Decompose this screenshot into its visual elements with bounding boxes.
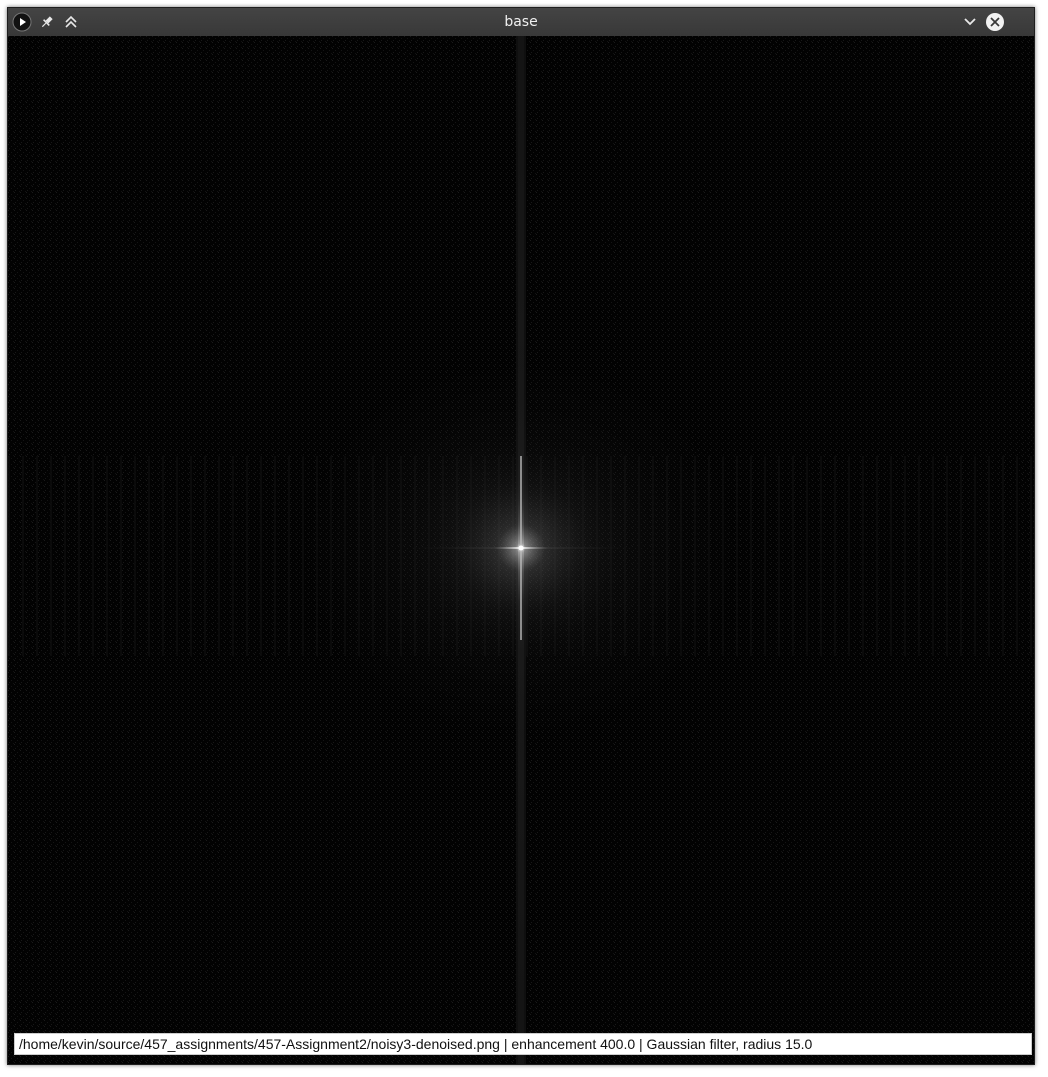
- window-title: base: [504, 14, 538, 30]
- application-window: base /home/kevin/source/457_assignments/…: [7, 7, 1035, 1065]
- pin-button[interactable]: [36, 11, 58, 33]
- app-menu-icon: [12, 12, 32, 32]
- status-bar: /home/kevin/source/457_assignments/457-A…: [14, 1033, 1032, 1055]
- close-icon: [986, 13, 1004, 31]
- spectrum-graphic: [8, 36, 1034, 1064]
- spectrum-image[interactable]: [8, 36, 1034, 1064]
- minimize-chevron-icon: [964, 18, 976, 26]
- app-menu-button[interactable]: [11, 11, 33, 33]
- close-button[interactable]: [984, 11, 1006, 33]
- shade-button[interactable]: [60, 11, 82, 33]
- shade-up-icon: [65, 15, 77, 28]
- pin-icon: [41, 16, 53, 28]
- title-bar[interactable]: base: [8, 8, 1034, 36]
- minimize-button[interactable]: [959, 11, 981, 33]
